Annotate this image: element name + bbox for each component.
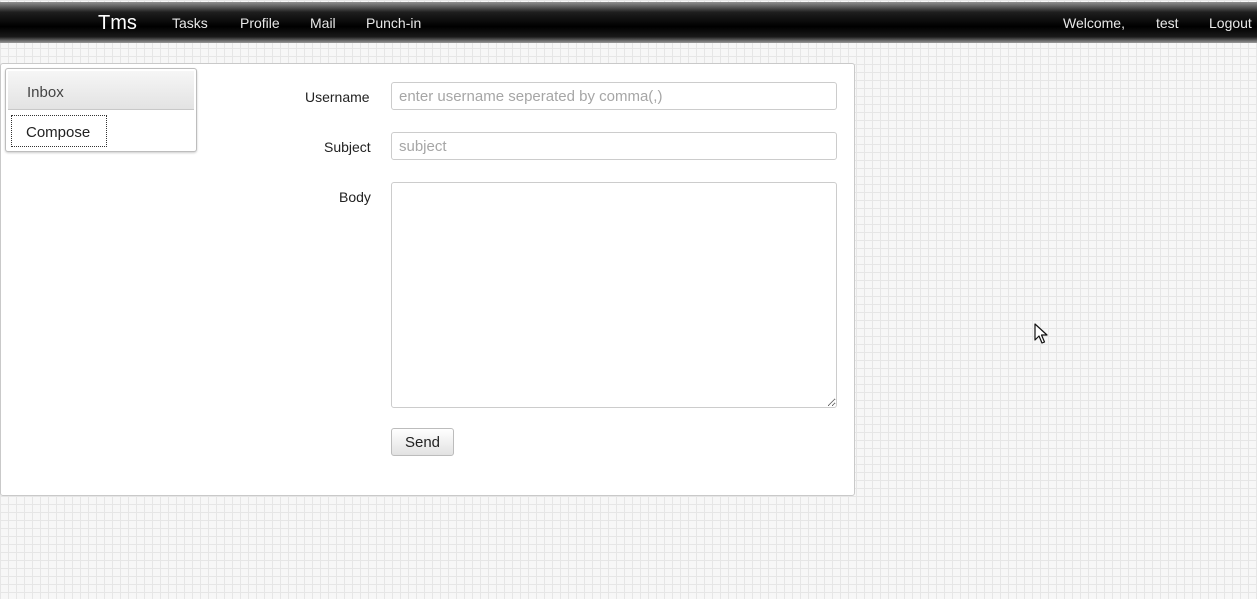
- sidebar-item-inbox-label: Inbox: [27, 84, 64, 101]
- mail-side-menu: Inbox Compose: [5, 68, 197, 152]
- send-button[interactable]: Send: [391, 428, 454, 456]
- body-textarea[interactable]: [391, 182, 837, 408]
- username-field[interactable]: [391, 82, 837, 110]
- top-navbar: Tms Tasks Profile Mail Punch-in Welcome,…: [0, 2, 1257, 43]
- nav-link-profile[interactable]: Profile: [240, 15, 280, 31]
- username-label: Username: [305, 89, 370, 105]
- sidebar-item-inbox[interactable]: Inbox: [8, 71, 194, 110]
- brand-logo[interactable]: Tms: [98, 12, 137, 35]
- nav-link-tasks[interactable]: Tasks: [172, 15, 208, 31]
- sidebar-item-compose[interactable]: Compose: [11, 115, 107, 147]
- nav-link-punch-in[interactable]: Punch-in: [366, 15, 421, 31]
- body-label: Body: [339, 189, 371, 205]
- subject-field[interactable]: [391, 132, 837, 160]
- welcome-text: Welcome,: [1063, 15, 1125, 31]
- sidebar-item-compose-label: Compose: [26, 124, 91, 141]
- logout-link[interactable]: Logout: [1209, 15, 1252, 31]
- username-link[interactable]: test: [1156, 15, 1179, 31]
- mail-panel: Inbox Compose Username Subject Body Send: [0, 63, 855, 496]
- nav-link-mail[interactable]: Mail: [310, 15, 336, 31]
- mouse-pointer-icon: [1034, 323, 1048, 344]
- subject-label: Subject: [324, 139, 371, 155]
